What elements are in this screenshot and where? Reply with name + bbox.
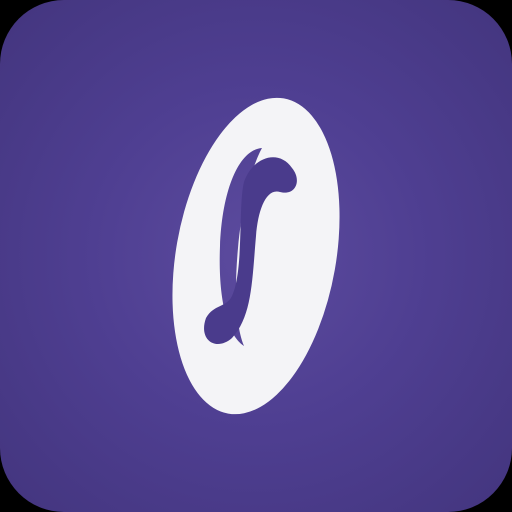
app-icon[interactable] <box>0 0 512 512</box>
stylized-ring-logo-icon <box>0 0 512 512</box>
